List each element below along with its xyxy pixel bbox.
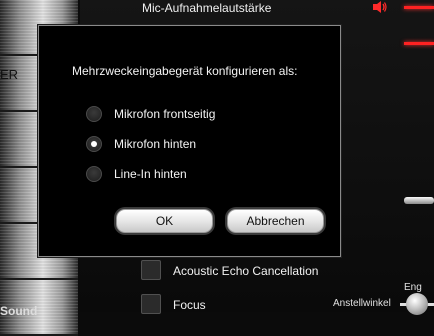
eng-label: Eng [404,282,422,293]
anstellwinkel-label: Anstellwinkel [333,298,391,309]
mic-volume-title: Mic-Aufnahmelautstärke [142,1,272,15]
radio-button[interactable] [86,166,102,182]
ok-button[interactable]: OK [116,209,213,233]
speaker-icon[interactable] [372,0,388,14]
radio-label: Mikrofon hinten [114,137,197,151]
focus-checkbox[interactable] [141,294,161,314]
radio-button-selected[interactable] [86,136,102,152]
radio-button[interactable] [86,106,102,122]
dialog-heading: Mehrzweckeingabegerät konfigurieren als: [72,64,298,78]
left-bottom-partial-label: Sound [0,304,38,318]
slider-knob[interactable] [404,197,434,204]
radio-label: Mikrofon frontseitig [114,107,216,121]
level-slider-track[interactable] [404,42,434,45]
configure-input-dialog: Mehrzweckeingabegerät konfigurieren als:… [38,25,341,257]
mic-volume-slider-track[interactable] [404,6,434,9]
echo-cancellation-label: Acoustic Echo Cancellation [173,264,319,278]
cancel-button[interactable]: Abbrechen [227,209,324,233]
echo-cancellation-checkbox[interactable] [141,260,161,280]
radio-label: Line-In hinten [114,167,187,181]
radio-selected-dot [91,141,97,147]
left-partial-label: ER [0,67,19,82]
focus-label: Focus [173,298,206,312]
